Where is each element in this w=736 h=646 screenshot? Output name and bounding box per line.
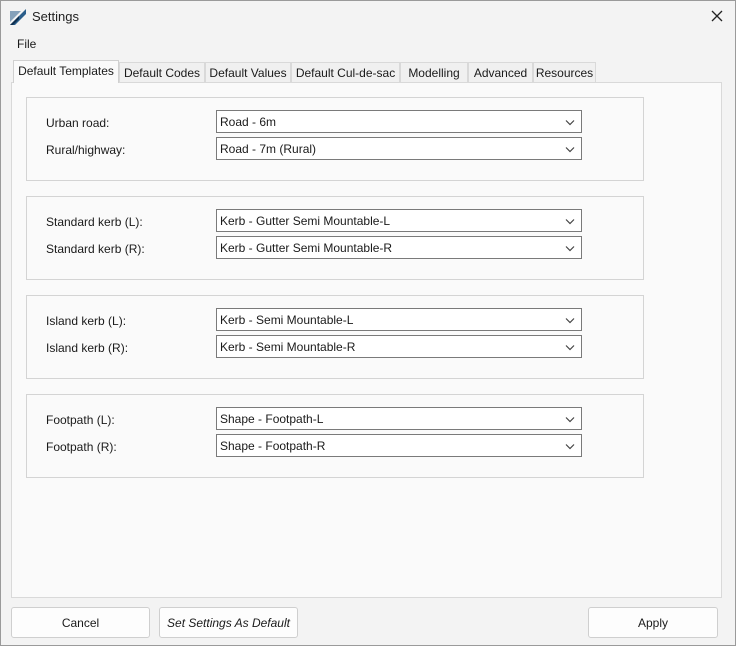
chevron-down-icon xyxy=(565,345,575,351)
tab-default-values[interactable]: Default Values xyxy=(205,62,291,82)
menu-bar: File xyxy=(1,34,735,56)
footpath-l-select[interactable]: Shape - Footpath-L xyxy=(216,407,582,430)
apply-button[interactable]: Apply xyxy=(588,607,718,638)
island-kerb-l-label: Island kerb (L): xyxy=(46,314,127,328)
title-bar: Settings xyxy=(1,1,735,33)
app-logo-icon xyxy=(10,9,26,25)
footpath-l-value: Shape - Footpath-L xyxy=(220,412,324,426)
chevron-down-icon xyxy=(565,318,575,324)
set-settings-as-default-button[interactable]: Set Settings As Default xyxy=(159,607,298,638)
standard-kerb-r-value: Kerb - Gutter Semi Mountable-R xyxy=(220,241,393,255)
standard-kerb-l-value: Kerb - Gutter Semi Mountable-L xyxy=(220,214,391,228)
chevron-down-icon xyxy=(565,120,575,126)
rural-highway-select[interactable]: Road - 7m (Rural) xyxy=(216,137,582,160)
standard-kerb-r-label: Standard kerb (R): xyxy=(46,242,145,256)
chevron-down-icon xyxy=(565,147,575,153)
island-kerb-l-value: Kerb - Semi Mountable-L xyxy=(220,313,354,327)
menu-file[interactable]: File xyxy=(17,37,36,51)
footpath-r-label: Footpath (R): xyxy=(46,440,117,454)
footpath-group: Footpath (L): Shape - Footpath-L Footpat… xyxy=(26,394,644,478)
tab-advanced[interactable]: Advanced xyxy=(468,62,533,82)
road-templates-group: Urban road: Road - 6m Rural/highway: Roa… xyxy=(26,97,644,181)
default-templates-panel: Urban road: Road - 6m Rural/highway: Roa… xyxy=(11,82,722,598)
chevron-down-icon xyxy=(565,246,575,252)
standard-kerb-r-select[interactable]: Kerb - Gutter Semi Mountable-R xyxy=(216,236,582,259)
standard-kerb-l-label: Standard kerb (L): xyxy=(46,215,143,229)
island-kerb-r-select[interactable]: Kerb - Semi Mountable-R xyxy=(216,335,582,358)
footpath-r-value: Shape - Footpath-R xyxy=(220,439,326,453)
footpath-l-label: Footpath (L): xyxy=(46,413,115,427)
settings-window: Settings File Default Templates Default … xyxy=(0,0,736,646)
urban-road-value: Road - 6m xyxy=(220,115,277,129)
rural-highway-label: Rural/highway: xyxy=(46,143,126,157)
window-title: Settings xyxy=(32,9,79,24)
close-icon xyxy=(711,10,723,22)
tab-default-cul-de-sac[interactable]: Default Cul-de-sac xyxy=(291,62,400,82)
island-kerb-l-select[interactable]: Kerb - Semi Mountable-L xyxy=(216,308,582,331)
chevron-down-icon xyxy=(565,444,575,450)
chevron-down-icon xyxy=(565,417,575,423)
island-kerb-group: Island kerb (L): Kerb - Semi Mountable-L… xyxy=(26,295,644,379)
urban-road-label: Urban road: xyxy=(46,116,110,130)
chevron-down-icon xyxy=(565,219,575,225)
rural-highway-value: Road - 7m (Rural) xyxy=(220,142,317,156)
cancel-button[interactable]: Cancel xyxy=(11,607,150,638)
tab-modelling[interactable]: Modelling xyxy=(400,62,468,82)
tab-resources[interactable]: Resources xyxy=(533,62,596,82)
tab-default-templates[interactable]: Default Templates xyxy=(13,60,119,83)
standard-kerb-l-select[interactable]: Kerb - Gutter Semi Mountable-L xyxy=(216,209,582,232)
standard-kerb-group: Standard kerb (L): Kerb - Gutter Semi Mo… xyxy=(26,196,644,280)
tab-default-codes[interactable]: Default Codes xyxy=(119,62,205,82)
footpath-r-select[interactable]: Shape - Footpath-R xyxy=(216,434,582,457)
urban-road-select[interactable]: Road - 6m xyxy=(216,110,582,133)
island-kerb-r-label: Island kerb (R): xyxy=(46,341,129,355)
island-kerb-r-value: Kerb - Semi Mountable-R xyxy=(220,340,356,354)
close-button[interactable] xyxy=(705,5,729,27)
